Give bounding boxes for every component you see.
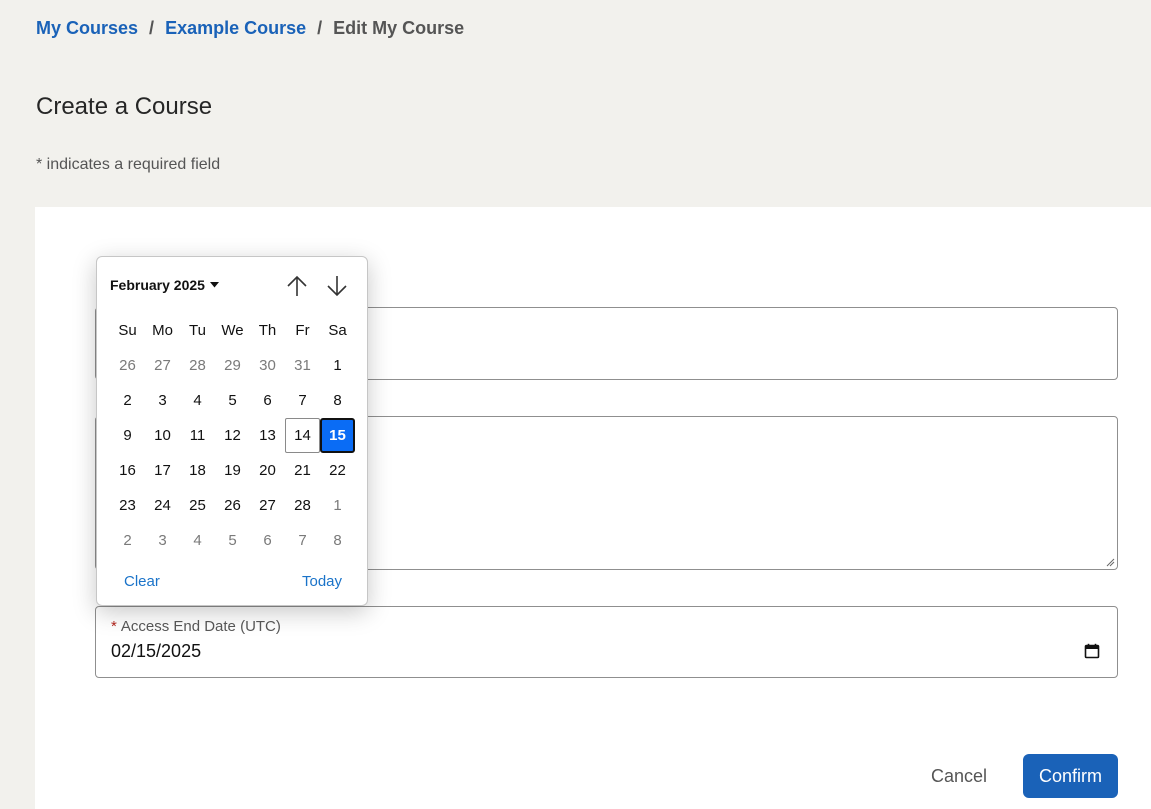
next-month-button[interactable]: [324, 273, 350, 299]
calendar-day[interactable]: 9: [110, 418, 145, 453]
breadcrumb-separator: /: [149, 18, 155, 38]
breadcrumb: My Courses / Example Course / Edit My Co…: [36, 18, 464, 39]
required-field-note: * indicates a required field: [36, 156, 221, 173]
previous-month-button[interactable]: [284, 273, 310, 299]
calendar-day[interactable]: 20: [250, 453, 285, 488]
calendar-day[interactable]: 18: [180, 453, 215, 488]
breadcrumb-separator: /: [317, 18, 323, 38]
cancel-button[interactable]: Cancel: [915, 754, 1003, 798]
calendar-grid: Su Mo Tu We Th Fr Sa 26 27 28 29 30 31 1…: [110, 313, 355, 558]
calendar-day[interactable]: 1: [320, 488, 355, 523]
calendar-day[interactable]: 2: [110, 523, 145, 558]
calendar-day[interactable]: 31: [285, 348, 320, 383]
calendar-day[interactable]: 5: [215, 523, 250, 558]
calendar-day[interactable]: 26: [110, 348, 145, 383]
clear-date-button[interactable]: Clear: [124, 573, 160, 590]
calendar-day-today[interactable]: 14: [285, 418, 320, 453]
calendar-day[interactable]: 21: [285, 453, 320, 488]
page: My Courses / Example Course / Edit My Co…: [0, 0, 1151, 809]
calendar-day[interactable]: 7: [285, 383, 320, 418]
weekday-header: Tu: [189, 322, 206, 339]
calendar-day[interactable]: 12: [215, 418, 250, 453]
calendar-day[interactable]: 6: [250, 523, 285, 558]
calendar-day[interactable]: 13: [250, 418, 285, 453]
access-end-date-input[interactable]: [111, 641, 411, 662]
confirm-button[interactable]: Confirm: [1023, 754, 1118, 798]
calendar-day[interactable]: 29: [215, 348, 250, 383]
arrow-up-icon: [287, 275, 307, 296]
calendar-day[interactable]: 7: [285, 523, 320, 558]
calendar-day[interactable]: 6: [250, 383, 285, 418]
calendar-day[interactable]: 23: [110, 488, 145, 523]
calendar-day[interactable]: 22: [320, 453, 355, 488]
calendar-day[interactable]: 3: [145, 383, 180, 418]
month-year-selector[interactable]: February 2025: [110, 277, 219, 293]
page-title: Create a Course: [36, 93, 213, 120]
calendar-day[interactable]: 30: [250, 348, 285, 383]
calendar-day[interactable]: 17: [145, 453, 180, 488]
breadcrumb-current: Edit My Course: [333, 18, 465, 38]
calendar-day[interactable]: 26: [215, 488, 250, 523]
weekday-header: Fr: [295, 322, 310, 339]
calendar-day[interactable]: 1: [320, 348, 355, 383]
access-end-date-label-text: Access End Date (UTC): [120, 618, 281, 635]
calendar-day[interactable]: 27: [250, 488, 285, 523]
calendar-day[interactable]: 8: [320, 523, 355, 558]
calendar-day[interactable]: 27: [145, 348, 180, 383]
calendar-day[interactable]: 11: [180, 418, 215, 453]
calendar-day[interactable]: 4: [180, 383, 215, 418]
calendar-day[interactable]: 16: [110, 453, 145, 488]
arrow-down-icon: [327, 276, 347, 297]
access-end-date-label: * Access End Date (UTC): [111, 618, 281, 635]
calendar-day[interactable]: 2: [110, 383, 145, 418]
calendar-icon[interactable]: [1084, 643, 1100, 659]
breadcrumb-my-courses-link[interactable]: My Courses: [36, 18, 138, 39]
weekday-header: We: [221, 322, 244, 339]
calendar-day[interactable]: 5: [215, 383, 250, 418]
calendar-day[interactable]: 8: [320, 383, 355, 418]
weekday-header: Th: [258, 322, 277, 339]
weekday-header: Sa: [328, 322, 347, 339]
calendar-day[interactable]: 10: [145, 418, 180, 453]
today-button[interactable]: Today: [302, 573, 342, 590]
calendar-day[interactable]: 19: [215, 453, 250, 488]
weekday-header: Su: [118, 322, 137, 339]
calendar-day[interactable]: 3: [145, 523, 180, 558]
calendar-day[interactable]: 24: [145, 488, 180, 523]
calendar-day[interactable]: 28: [285, 488, 320, 523]
weekday-header: Mo: [152, 322, 173, 339]
breadcrumb-example-course-link[interactable]: Example Course: [165, 18, 306, 39]
calendar-day[interactable]: 25: [180, 488, 215, 523]
date-picker-popup: February 2025 Su Mo Tu We Th Fr Sa 26 27…: [96, 256, 368, 606]
calendar-day[interactable]: 4: [180, 523, 215, 558]
month-year-label: February 2025: [110, 277, 205, 293]
access-end-date-field[interactable]: * Access End Date (UTC): [95, 606, 1118, 678]
caret-down-icon: [209, 282, 219, 288]
calendar-day-selected[interactable]: 15: [320, 418, 355, 453]
calendar-day[interactable]: 28: [180, 348, 215, 383]
resize-grip-icon[interactable]: [1105, 557, 1115, 567]
required-marker: *: [111, 618, 117, 635]
